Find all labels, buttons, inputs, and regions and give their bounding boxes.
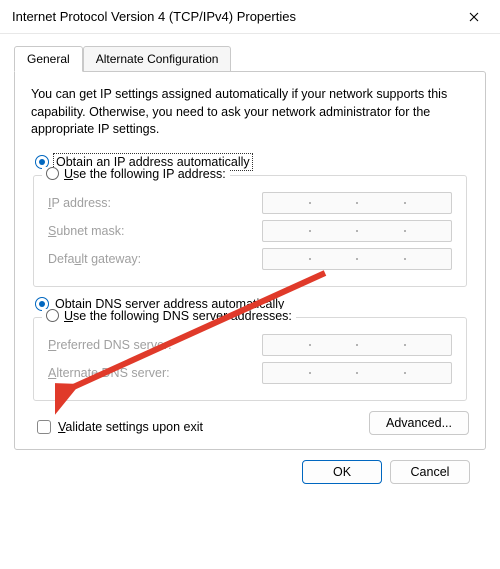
- label-subnet-mask: Subnet mask:: [48, 224, 124, 238]
- advanced-button[interactable]: Advanced...: [369, 411, 469, 435]
- ok-button[interactable]: OK: [302, 460, 382, 484]
- titlebar: Internet Protocol Version 4 (TCP/IPv4) P…: [0, 0, 500, 34]
- checkbox-validate-on-exit[interactable]: Validate settings upon exit: [37, 420, 203, 434]
- input-alternate-dns: [262, 362, 452, 384]
- input-preferred-dns: [262, 334, 452, 356]
- radio-dns-manual[interactable]: Use the following DNS server addresses:: [42, 309, 296, 323]
- label-default-gateway: Default gateway:: [48, 252, 141, 266]
- radio-icon: [46, 309, 59, 322]
- label-alternate-dns: Alternate DNS server:: [48, 366, 170, 380]
- tab-alternate-configuration[interactable]: Alternate Configuration: [83, 46, 232, 72]
- label-preferred-dns: Preferred DNS server:: [48, 338, 172, 352]
- checkbox-icon: [37, 420, 51, 434]
- group-dns-manual: Use the following DNS server addresses: …: [33, 317, 467, 401]
- tab-panel-general: You can get IP settings assigned automat…: [14, 71, 486, 450]
- input-default-gateway: [262, 248, 452, 270]
- close-button[interactable]: [452, 2, 496, 32]
- close-icon: [469, 12, 479, 22]
- radio-ip-manual-label: Use the following IP address:: [64, 167, 226, 181]
- window-title: Internet Protocol Version 4 (TCP/IPv4) P…: [12, 9, 296, 24]
- tab-general[interactable]: General: [14, 46, 83, 72]
- cancel-button[interactable]: Cancel: [390, 460, 470, 484]
- radio-ip-manual[interactable]: Use the following IP address:: [42, 167, 230, 181]
- input-ip-address: [262, 192, 452, 214]
- dialog-footer: OK Cancel: [14, 450, 486, 484]
- intro-text: You can get IP settings assigned automat…: [31, 86, 469, 139]
- group-ip-manual: Use the following IP address: IP address…: [33, 175, 467, 287]
- label-ip-address: IP address:: [48, 196, 111, 210]
- radio-dns-manual-label: Use the following DNS server addresses:: [64, 309, 292, 323]
- input-subnet-mask: [262, 220, 452, 242]
- checkbox-validate-label: Validate settings upon exit: [58, 420, 203, 434]
- radio-icon: [46, 167, 59, 180]
- tab-strip: General Alternate Configuration: [14, 46, 486, 72]
